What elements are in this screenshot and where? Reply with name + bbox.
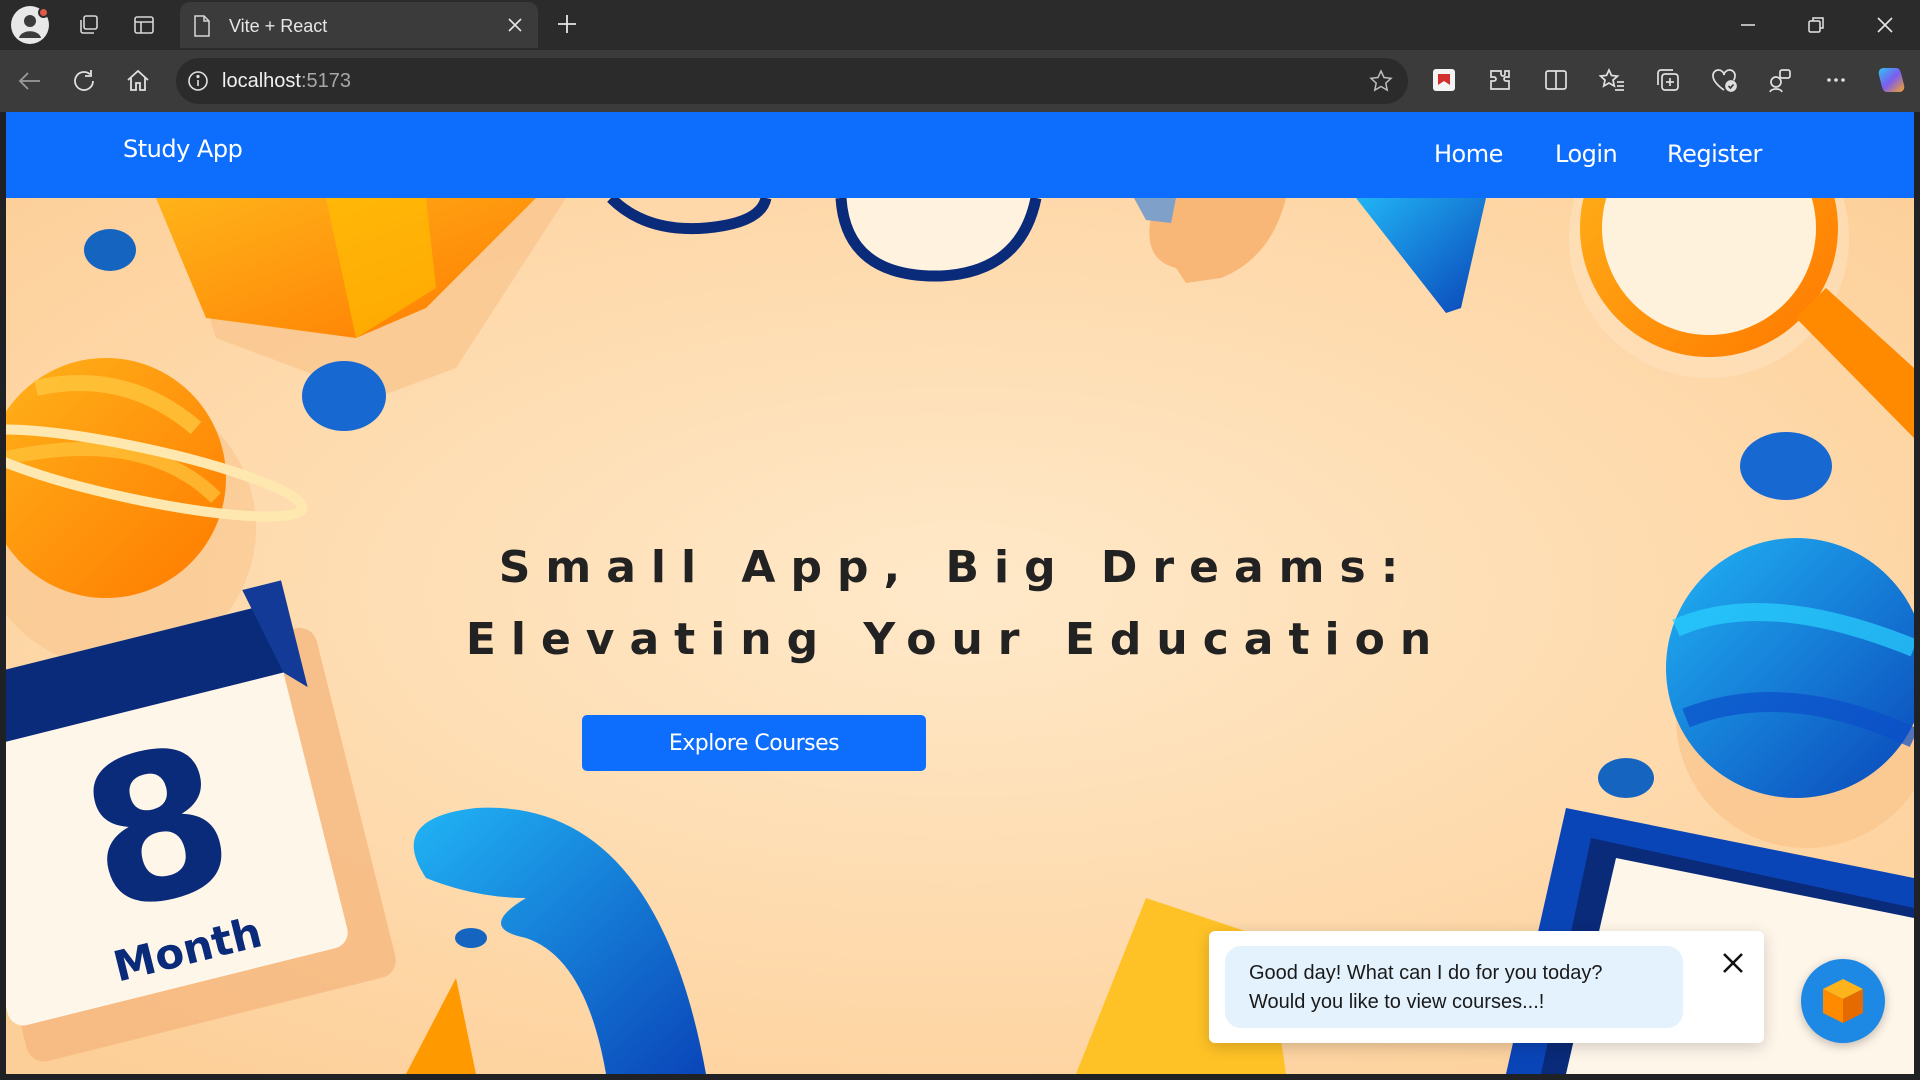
url-port: :5173: [300, 70, 351, 92]
chatbot-cube-icon: [1823, 979, 1863, 1023]
close-window-icon[interactable]: [1874, 14, 1896, 36]
favorites-icon[interactable]: [1598, 66, 1626, 94]
browser-tab-active[interactable]: Vite + React: [180, 2, 538, 48]
blue-drop: [1740, 432, 1832, 500]
nav-link-login[interactable]: Login: [1555, 140, 1618, 168]
more-options-icon[interactable]: [1822, 66, 1850, 94]
minimize-icon[interactable]: [1737, 14, 1759, 36]
refresh-icon[interactable]: [70, 67, 98, 95]
browser-titlebar: Vite + React: [0, 0, 1920, 50]
blue-drop: [302, 361, 386, 431]
site-navbar: Study App Home Login Register: [6, 112, 1914, 198]
chat-message-bubble: Good day! What can I do for you today? W…: [1225, 946, 1683, 1028]
copilot-icon[interactable]: [1876, 64, 1908, 96]
performance-icon[interactable]: [1710, 66, 1738, 94]
back-icon[interactable]: [16, 67, 44, 95]
restore-icon[interactable]: [1805, 14, 1827, 36]
chat-launcher-button[interactable]: [1801, 959, 1885, 1043]
page-icon: [194, 15, 210, 37]
close-icon[interactable]: [507, 17, 523, 33]
profile-icon[interactable]: [11, 6, 49, 44]
browser-essentials-icon[interactable]: [1766, 66, 1794, 94]
chat-message-line: Good day! What can I do for you today?: [1249, 962, 1603, 984]
nav-link-home[interactable]: Home: [1434, 140, 1503, 168]
chat-popup: Good day! What can I do for you today? W…: [1209, 931, 1764, 1043]
page-viewport: 8 Month Study App Home Login Register Sm…: [6, 112, 1914, 1074]
plus-icon[interactable]: [555, 12, 579, 36]
blue-drop: [1598, 758, 1654, 798]
hero-heading: Small App, Big Dreams: Elevating Your Ed…: [406, 532, 1506, 676]
url-host: localhost: [222, 70, 301, 92]
notification-dot: [38, 7, 49, 18]
workspaces-icon[interactable]: [77, 13, 101, 37]
hero-heading-line1: Small App, Big Dreams:: [498, 542, 1414, 593]
url-text[interactable]: localhost:5173: [222, 70, 351, 93]
blue-drop: [84, 229, 136, 271]
chat-message-line: Would you like to view courses...!: [1249, 991, 1545, 1013]
home-icon[interactable]: [124, 67, 152, 95]
extensions-icon[interactable]: [1486, 66, 1514, 94]
address-bar[interactable]: localhost:5173: [176, 58, 1408, 104]
explore-courses-button[interactable]: Explore Courses: [582, 715, 926, 771]
hero-heading-line2: Elevating Your Education: [465, 614, 1447, 665]
nav-link-register[interactable]: Register: [1667, 140, 1762, 168]
brand-logo[interactable]: Study App: [123, 135, 243, 163]
info-icon[interactable]: [186, 69, 210, 93]
split-screen-icon[interactable]: [1542, 66, 1570, 94]
chat-close-icon[interactable]: [1720, 950, 1746, 976]
pdf-extension-icon[interactable]: [1430, 66, 1458, 94]
tab-actions-icon[interactable]: [132, 13, 156, 37]
star-icon[interactable]: [1368, 68, 1394, 94]
browser-toolbar: localhost:5173: [0, 50, 1920, 112]
collections-icon[interactable]: [1654, 66, 1682, 94]
tab-title: Vite + React: [229, 16, 328, 36]
